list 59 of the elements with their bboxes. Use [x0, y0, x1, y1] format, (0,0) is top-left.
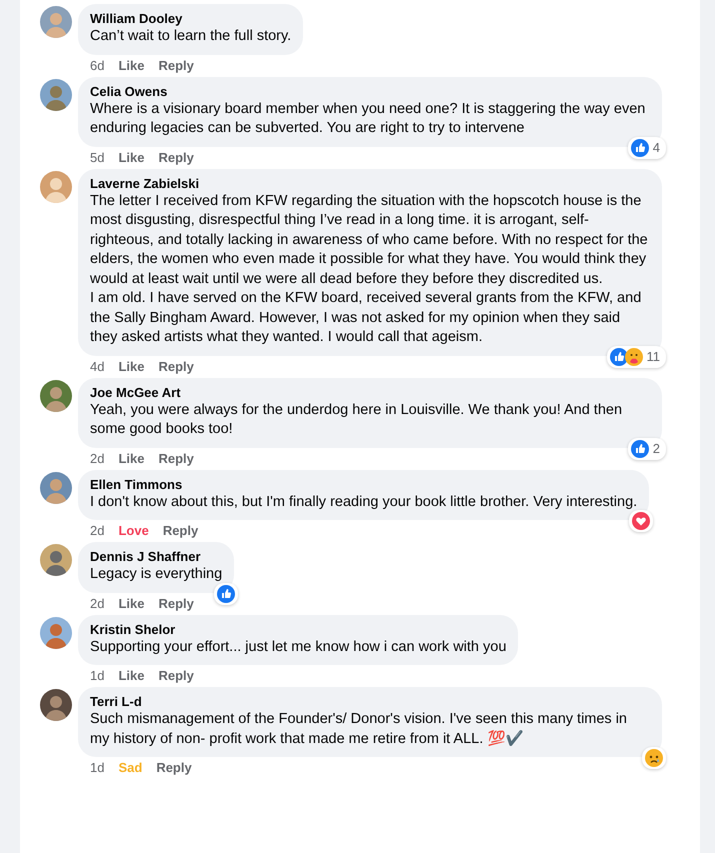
comment-text: Supporting your effort... just let me know how i can work with you	[90, 638, 506, 656]
author-name[interactable]: Celia Owens	[90, 84, 650, 100]
avatar[interactable]	[40, 689, 72, 721]
reaction-badge[interactable]: 11	[606, 346, 666, 368]
reaction-badge[interactable]: 2	[628, 438, 666, 460]
care-reaction-icon	[624, 348, 642, 366]
comment-text: I am old. I have served on the KFW board, received several grants from the KFW, and the Sally Bingham Award. However, I was not asked for my opinion when they said they asked artists what they wanted. I would call that ageism.	[90, 289, 642, 347]
like-link[interactable]: Like	[118, 358, 144, 374]
author-name[interactable]: Kristin Shelor	[90, 622, 506, 638]
comment-text: The letter I received from KFW regarding the situation with the hopscotch house is the most disgusting, disrespectful thing I’ve read in a long time. it is arrogant, self-righteous, and totally lacking in awareness of who came before. With no respect for the elders, the women who even made it possible for what they have. You would think they would at least wait until we were all dead before they before they discredited us.	[90, 192, 649, 288]
like-reaction-icon	[630, 138, 649, 156]
author-name[interactable]: Dennis J Shaffner	[90, 549, 222, 565]
comment-text: Can’t wait to learn the full story.	[90, 27, 292, 46]
like-link[interactable]: Like	[118, 150, 144, 164]
reply-link[interactable]: Reply	[158, 58, 194, 72]
avatar[interactable]	[40, 380, 72, 412]
like-reaction-icon	[217, 584, 236, 602]
avatar[interactable]	[40, 544, 72, 576]
sad-reaction-icon	[645, 749, 663, 767]
love-reaction-icon	[632, 512, 650, 530]
author-name[interactable]: William Dooley	[90, 11, 292, 27]
reaction-badge[interactable]	[642, 747, 666, 769]
author-name[interactable]: Joe McGee Art	[90, 384, 650, 400]
reply-link[interactable]: Reply	[158, 150, 194, 164]
reaction-count: 2	[652, 441, 661, 456]
like-reaction-icon	[610, 348, 628, 366]
reaction-count: 11	[646, 349, 661, 364]
comment-time[interactable]: 1d	[90, 668, 104, 683]
comment-text: Yeah, you were always for the underdog here in Louisville. We thank you! And then some good books too!	[90, 400, 624, 439]
comment-text: I don't know about this, but I'm finally reading your book little brother. Very interesting.	[90, 492, 638, 512]
like-link[interactable]: Love	[118, 523, 149, 538]
reaction-count: 4	[652, 140, 661, 155]
comment-text: Such mismanagement of the Founder's/ Donor's vision. I've seen this many times in my history of non- profit work that made me retire from it ALL. 💯✔	[90, 710, 628, 748]
like-link[interactable]: Like	[118, 596, 144, 610]
reply-link[interactable]: Reply	[158, 596, 194, 610]
avatar[interactable]	[40, 616, 72, 648]
reply-link[interactable]: Reply	[158, 668, 194, 683]
reply-link[interactable]: Reply	[158, 450, 194, 466]
like-link[interactable]: Like	[118, 58, 144, 72]
reply-link[interactable]: Reply	[158, 358, 194, 374]
author-name[interactable]: Ellen Timmons	[90, 476, 638, 492]
like-link[interactable]: Like	[118, 668, 144, 683]
like-reaction-icon	[630, 440, 649, 458]
avatar[interactable]	[40, 78, 72, 110]
comment-time[interactable]: 2d	[90, 523, 104, 538]
comment-time[interactable]: 6d	[90, 58, 104, 72]
comment-time[interactable]: 1d	[90, 760, 104, 775]
author-name[interactable]: Laverne Zabielski	[90, 176, 650, 192]
reply-link[interactable]: Reply	[156, 760, 192, 775]
reply-link[interactable]: Reply	[162, 523, 198, 538]
like-link[interactable]: Like	[118, 450, 144, 466]
comment-text: Where is a visionary board member when you need one? It is staggering the way even enduring legacies can be subverted. You are right to try to intervene	[90, 100, 646, 138]
comment-time[interactable]: 5d	[90, 150, 104, 164]
comment-time[interactable]: 4d	[90, 358, 104, 374]
reaction-badge[interactable]: 4	[628, 136, 666, 158]
author-name[interactable]: Terri L-d	[90, 694, 650, 710]
comment-time[interactable]: 2d	[90, 596, 104, 610]
comment-time[interactable]: 2d	[90, 450, 104, 466]
comment-text: Legacy is everything	[90, 565, 222, 584]
